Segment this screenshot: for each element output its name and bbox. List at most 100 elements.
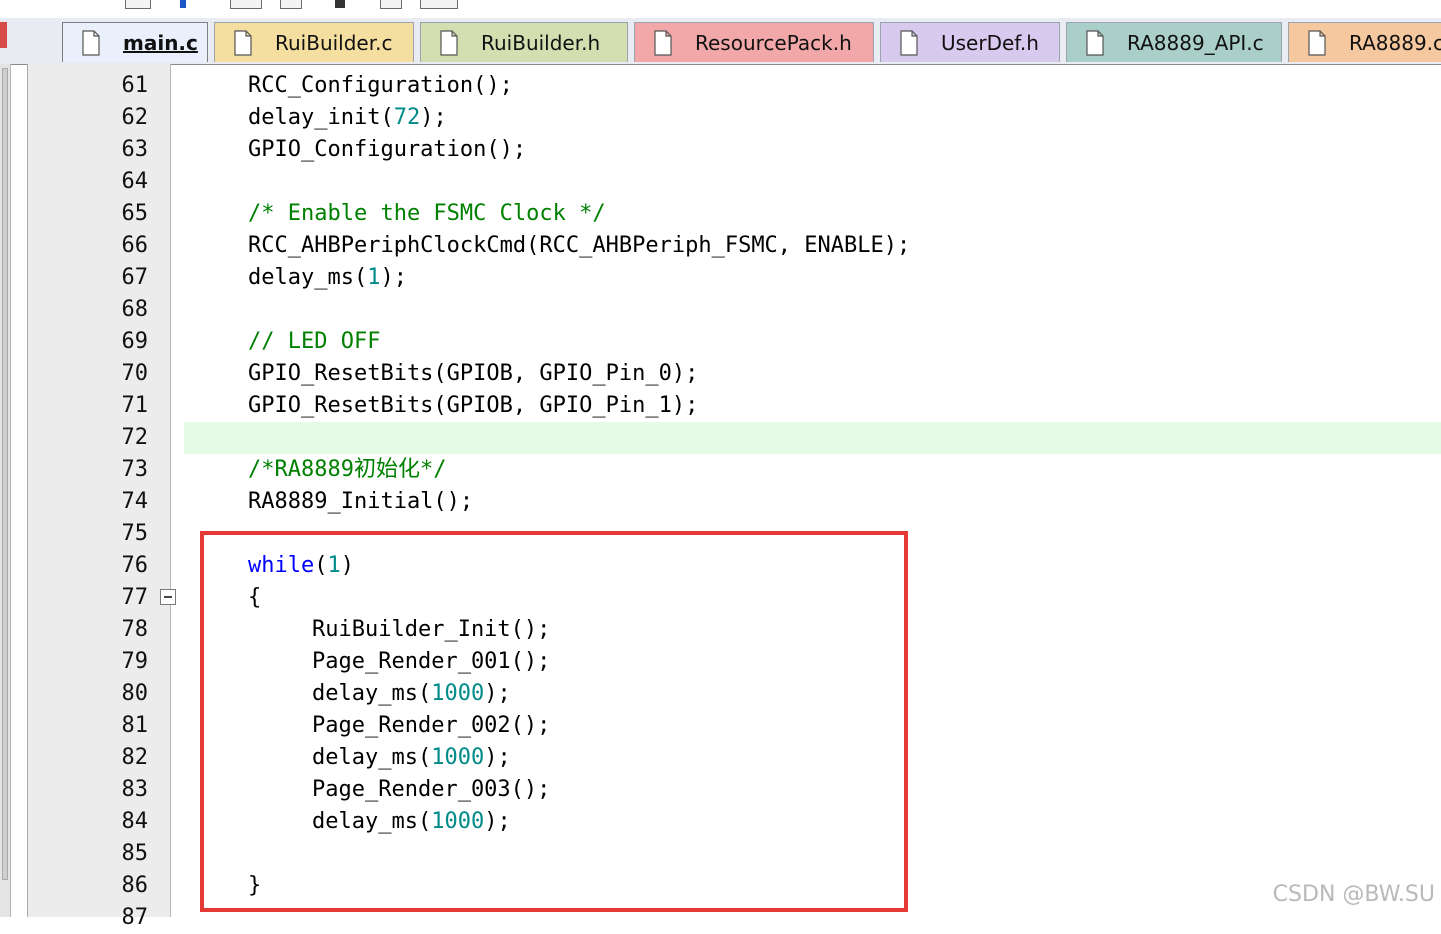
current-line-highlight [184,422,1441,454]
editor-tab-bar: main.c RuiBuilder.c RuiBuilder.h ResourcePa… [0,18,1441,65]
code-text: delay_init(72); [248,102,447,134]
toolbar-icon[interactable] [335,0,345,8]
code-token: ); [420,105,447,130]
code-token: delay_ms( [248,265,368,290]
code-line[interactable]: 64 [0,166,1441,198]
line-number: 64 [121,169,149,194]
left-marker [0,22,7,48]
file-icon [82,29,100,56]
file-icon [654,29,672,56]
code-text: GPIO_ResetBits(GPIOB, GPIO_Pin_0); [248,358,698,390]
code-text: GPIO_Configuration(); [248,134,526,166]
line-number: 85 [121,841,149,866]
code-text: RCC_AHBPeriphClockCmd(RCC_AHBPeriph_FSMC… [248,230,910,262]
number-token: 72 [393,105,421,130]
watermark: CSDN @BW.SU [1272,882,1435,907]
tab-ruibuilder-c[interactable]: RuiBuilder.c [214,22,414,62]
code-text: delay_ms(1); [248,262,407,294]
code-line[interactable]: 69 // LED OFF [0,326,1441,358]
code-line[interactable]: 71 GPIO_ResetBits(GPIOB, GPIO_Pin_1); [0,390,1441,422]
code-line[interactable]: 74 RA8889_Initial(); [0,486,1441,518]
toolbar-icon[interactable] [180,0,186,8]
tab-ra8889-c[interactable]: RA8889.c [1288,22,1441,62]
line-number: 65 [121,201,149,226]
line-number: 87 [121,905,149,930]
code-line[interactable]: 65 /* Enable the FSMC Clock */ [0,198,1441,230]
code-token: RCC_Configuration(); [248,73,513,98]
line-number: 72 [121,425,149,450]
code-text: /* Enable the FSMC Clock */ [248,198,606,230]
code-text: // LED OFF [248,326,380,358]
line-number: 76 [121,553,149,578]
file-icon [1308,29,1326,56]
line-number: 71 [121,393,149,418]
code-line[interactable]: 62 delay_init(72); [0,102,1441,134]
tab-label: RuiBuilder.c [275,30,393,55]
tab-label: UserDef.h [941,30,1039,55]
line-number: 86 [121,873,149,898]
code-token: delay_init( [248,105,394,130]
line-number: 84 [121,809,149,834]
tab-ra8889-api-c[interactable]: RA8889_API.c [1066,22,1282,62]
fold-toggle-icon[interactable] [160,589,176,605]
tab-resourcepack-h[interactable]: ResourcePack.h [634,22,874,62]
tab-userdef-h[interactable]: UserDef.h [880,22,1060,62]
code-token: GPIO_Configuration(); [248,137,527,162]
code-token: RA8889_Initial(); [248,489,474,514]
line-number: 68 [121,297,149,322]
line-number: 74 [121,489,149,514]
red-highlight-box [200,531,908,912]
tab-label: RA8889_API.c [1127,30,1264,55]
line-number: 63 [121,137,149,162]
code-token: ); [380,265,407,290]
code-token: RCC_AHBPeriphClockCmd(RCC_AHBPeriph_FSMC… [248,233,911,258]
toolbar-button[interactable] [280,0,302,9]
tab-main-c[interactable]: main.c [62,22,208,62]
code-line[interactable]: 68 [0,294,1441,326]
file-icon [900,29,918,56]
code-line[interactable]: 70 GPIO_ResetBits(GPIOB, GPIO_Pin_0); [0,358,1441,390]
line-number: 81 [121,713,149,738]
line-number: 78 [121,617,149,642]
code-line[interactable]: 67 delay_ms(1); [0,262,1441,294]
code-line[interactable]: 61 RCC_Configuration(); [0,70,1441,102]
code-line[interactable]: 73 /*RA8889初始化*/ [0,454,1441,486]
tab-label: main.c [123,30,198,55]
tab-label: RuiBuilder.h [481,30,601,55]
tab-label: ResourcePack.h [695,30,852,55]
line-number: 61 [121,73,149,98]
comment-token: /* Enable the FSMC Clock */ [248,201,606,226]
code-text: /*RA8889初始化*/ [248,454,446,486]
line-number: 82 [121,745,149,770]
line-number: 79 [121,649,149,674]
file-icon [234,29,252,56]
number-token: 1 [367,265,381,290]
code-line[interactable]: 72 [0,422,1441,454]
line-number: 67 [121,265,149,290]
line-number: 77 [121,585,149,610]
line-number: 75 [121,521,149,546]
toolbar-button[interactable] [380,0,402,9]
file-icon [1086,29,1104,56]
code-line[interactable]: 66 RCC_AHBPeriphClockCmd(RCC_AHBPeriph_FS… [0,230,1441,262]
code-line[interactable]: 63 GPIO_Configuration(); [0,134,1441,166]
toolbar-button[interactable] [125,0,151,9]
code-text: RCC_Configuration(); [248,70,513,102]
line-number: 70 [121,361,149,386]
comment-token: /*RA8889初始化*/ [248,457,447,482]
comment-token: // LED OFF [248,329,381,354]
tab-label: RA8889.c [1349,30,1441,55]
line-number: 80 [121,681,149,706]
tab-ruibuilder-h[interactable]: RuiBuilder.h [420,22,628,62]
code-token: GPIO_ResetBits(GPIOB, GPIO_Pin_1); [248,393,699,418]
toolbar-strip [0,0,1441,19]
code-text: RA8889_Initial(); [248,486,473,518]
code-text: GPIO_ResetBits(GPIOB, GPIO_Pin_1); [248,390,698,422]
line-number: 66 [121,233,149,258]
line-number: 69 [121,329,149,354]
code-token: GPIO_ResetBits(GPIOB, GPIO_Pin_0); [248,361,699,386]
line-number: 73 [121,457,149,482]
toolbar-button[interactable] [420,0,458,9]
toolbar-button[interactable] [230,0,262,9]
line-number: 62 [121,105,149,130]
